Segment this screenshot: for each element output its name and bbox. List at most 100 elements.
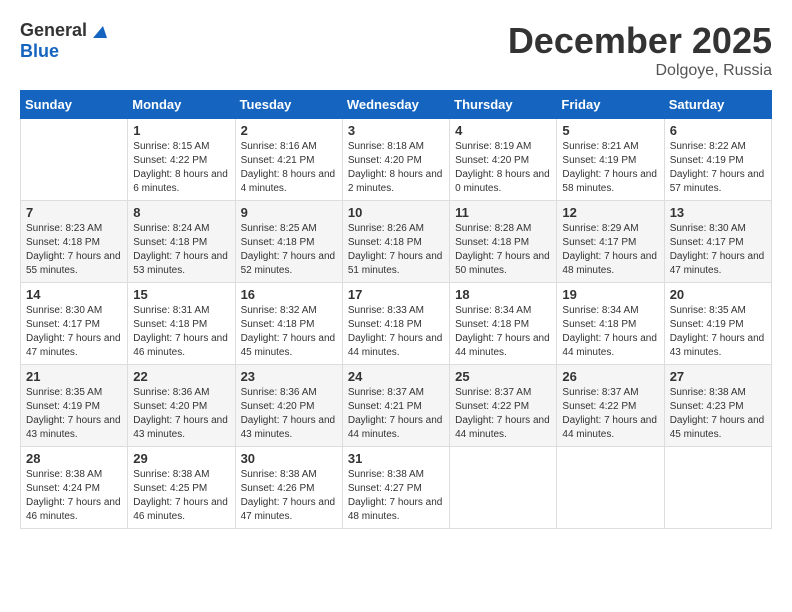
sunset-text: Sunset: 4:23 PM <box>670 401 744 412</box>
day-info: Sunrise: 8:38 AM Sunset: 4:25 PM Dayligh… <box>133 468 229 524</box>
calendar-cell: 7 Sunrise: 8:23 AM Sunset: 4:18 PM Dayli… <box>21 201 128 283</box>
day-number: 28 <box>26 451 122 466</box>
calendar-cell: 12 Sunrise: 8:29 AM Sunset: 4:17 PM Dayl… <box>557 201 664 283</box>
sunrise-text: Sunrise: 8:31 AM <box>133 305 209 316</box>
weekday-header: Wednesday <box>342 91 449 119</box>
day-info: Sunrise: 8:23 AM Sunset: 4:18 PM Dayligh… <box>26 222 122 278</box>
calendar-week-row: 14 Sunrise: 8:30 AM Sunset: 4:17 PM Dayl… <box>21 283 772 365</box>
day-number: 2 <box>241 123 337 138</box>
daylight-text: Daylight: 7 hours and 57 minutes. <box>670 169 765 194</box>
sunrise-text: Sunrise: 8:38 AM <box>241 469 317 480</box>
day-number: 3 <box>348 123 444 138</box>
day-number: 30 <box>241 451 337 466</box>
day-info: Sunrise: 8:34 AM Sunset: 4:18 PM Dayligh… <box>455 304 551 360</box>
day-number: 17 <box>348 287 444 302</box>
sunrise-text: Sunrise: 8:34 AM <box>562 305 638 316</box>
location-title: Dolgoye, Russia <box>508 62 772 80</box>
sunset-text: Sunset: 4:22 PM <box>133 155 207 166</box>
calendar-cell: 14 Sunrise: 8:30 AM Sunset: 4:17 PM Dayl… <box>21 283 128 365</box>
calendar-cell: 16 Sunrise: 8:32 AM Sunset: 4:18 PM Dayl… <box>235 283 342 365</box>
sunrise-text: Sunrise: 8:19 AM <box>455 141 531 152</box>
sunset-text: Sunset: 4:22 PM <box>562 401 636 412</box>
daylight-text: Daylight: 7 hours and 47 minutes. <box>670 251 765 276</box>
weekday-header: Saturday <box>664 91 771 119</box>
day-info: Sunrise: 8:29 AM Sunset: 4:17 PM Dayligh… <box>562 222 658 278</box>
daylight-text: Daylight: 7 hours and 51 minutes. <box>348 251 443 276</box>
calendar-cell: 2 Sunrise: 8:16 AM Sunset: 4:21 PM Dayli… <box>235 119 342 201</box>
sunset-text: Sunset: 4:24 PM <box>26 483 100 494</box>
day-number: 27 <box>670 369 766 384</box>
daylight-text: Daylight: 7 hours and 46 minutes. <box>26 497 121 522</box>
calendar-week-row: 21 Sunrise: 8:35 AM Sunset: 4:19 PM Dayl… <box>21 365 772 447</box>
calendar-cell: 21 Sunrise: 8:35 AM Sunset: 4:19 PM Dayl… <box>21 365 128 447</box>
day-info: Sunrise: 8:37 AM Sunset: 4:21 PM Dayligh… <box>348 386 444 442</box>
sunset-text: Sunset: 4:18 PM <box>133 237 207 248</box>
sunrise-text: Sunrise: 8:28 AM <box>455 223 531 234</box>
sunrise-text: Sunrise: 8:38 AM <box>26 469 102 480</box>
calendar-cell: 6 Sunrise: 8:22 AM Sunset: 4:19 PM Dayli… <box>664 119 771 201</box>
calendar-cell: 28 Sunrise: 8:38 AM Sunset: 4:24 PM Dayl… <box>21 447 128 529</box>
sunrise-text: Sunrise: 8:36 AM <box>241 387 317 398</box>
day-info: Sunrise: 8:34 AM Sunset: 4:18 PM Dayligh… <box>562 304 658 360</box>
day-number: 19 <box>562 287 658 302</box>
day-info: Sunrise: 8:36 AM Sunset: 4:20 PM Dayligh… <box>133 386 229 442</box>
day-info: Sunrise: 8:35 AM Sunset: 4:19 PM Dayligh… <box>670 304 766 360</box>
sunrise-text: Sunrise: 8:18 AM <box>348 141 424 152</box>
day-number: 15 <box>133 287 229 302</box>
day-info: Sunrise: 8:24 AM Sunset: 4:18 PM Dayligh… <box>133 222 229 278</box>
calendar-cell: 29 Sunrise: 8:38 AM Sunset: 4:25 PM Dayl… <box>128 447 235 529</box>
sunset-text: Sunset: 4:20 PM <box>133 401 207 412</box>
daylight-text: Daylight: 7 hours and 48 minutes. <box>348 497 443 522</box>
day-number: 1 <box>133 123 229 138</box>
calendar-cell: 31 Sunrise: 8:38 AM Sunset: 4:27 PM Dayl… <box>342 447 449 529</box>
daylight-text: Daylight: 7 hours and 44 minutes. <box>348 415 443 440</box>
calendar-cell: 15 Sunrise: 8:31 AM Sunset: 4:18 PM Dayl… <box>128 283 235 365</box>
sunset-text: Sunset: 4:18 PM <box>348 237 422 248</box>
calendar-week-row: 7 Sunrise: 8:23 AM Sunset: 4:18 PM Dayli… <box>21 201 772 283</box>
day-info: Sunrise: 8:25 AM Sunset: 4:18 PM Dayligh… <box>241 222 337 278</box>
calendar-cell: 18 Sunrise: 8:34 AM Sunset: 4:18 PM Dayl… <box>450 283 557 365</box>
day-number: 9 <box>241 205 337 220</box>
sunrise-text: Sunrise: 8:33 AM <box>348 305 424 316</box>
day-info: Sunrise: 8:18 AM Sunset: 4:20 PM Dayligh… <box>348 140 444 196</box>
calendar-cell: 30 Sunrise: 8:38 AM Sunset: 4:26 PM Dayl… <box>235 447 342 529</box>
sunset-text: Sunset: 4:20 PM <box>241 401 315 412</box>
logo-blue: Blue <box>20 41 59 61</box>
sunset-text: Sunset: 4:17 PM <box>562 237 636 248</box>
daylight-text: Daylight: 7 hours and 44 minutes. <box>562 333 657 358</box>
sunset-text: Sunset: 4:22 PM <box>455 401 529 412</box>
weekday-header: Sunday <box>21 91 128 119</box>
day-info: Sunrise: 8:31 AM Sunset: 4:18 PM Dayligh… <box>133 304 229 360</box>
month-title: December 2025 <box>508 20 772 62</box>
day-number: 10 <box>348 205 444 220</box>
sunrise-text: Sunrise: 8:38 AM <box>348 469 424 480</box>
sunset-text: Sunset: 4:21 PM <box>241 155 315 166</box>
weekday-header: Monday <box>128 91 235 119</box>
daylight-text: Daylight: 7 hours and 47 minutes. <box>241 497 336 522</box>
sunset-text: Sunset: 4:26 PM <box>241 483 315 494</box>
daylight-text: Daylight: 8 hours and 4 minutes. <box>241 169 336 194</box>
sunrise-text: Sunrise: 8:34 AM <box>455 305 531 316</box>
daylight-text: Daylight: 7 hours and 43 minutes. <box>26 415 121 440</box>
calendar-cell: 26 Sunrise: 8:37 AM Sunset: 4:22 PM Dayl… <box>557 365 664 447</box>
daylight-text: Daylight: 8 hours and 2 minutes. <box>348 169 443 194</box>
sunrise-text: Sunrise: 8:35 AM <box>670 305 746 316</box>
day-info: Sunrise: 8:16 AM Sunset: 4:21 PM Dayligh… <box>241 140 337 196</box>
sunrise-text: Sunrise: 8:24 AM <box>133 223 209 234</box>
day-number: 23 <box>241 369 337 384</box>
day-number: 12 <box>562 205 658 220</box>
day-info: Sunrise: 8:19 AM Sunset: 4:20 PM Dayligh… <box>455 140 551 196</box>
daylight-text: Daylight: 7 hours and 43 minutes. <box>133 415 228 440</box>
daylight-text: Daylight: 7 hours and 47 minutes. <box>26 333 121 358</box>
sunset-text: Sunset: 4:19 PM <box>670 319 744 330</box>
day-info: Sunrise: 8:38 AM Sunset: 4:26 PM Dayligh… <box>241 468 337 524</box>
day-number: 5 <box>562 123 658 138</box>
calendar-cell: 20 Sunrise: 8:35 AM Sunset: 4:19 PM Dayl… <box>664 283 771 365</box>
calendar-cell: 5 Sunrise: 8:21 AM Sunset: 4:19 PM Dayli… <box>557 119 664 201</box>
day-number: 7 <box>26 205 122 220</box>
daylight-text: Daylight: 7 hours and 45 minutes. <box>241 333 336 358</box>
daylight-text: Daylight: 7 hours and 58 minutes. <box>562 169 657 194</box>
day-number: 31 <box>348 451 444 466</box>
sunset-text: Sunset: 4:25 PM <box>133 483 207 494</box>
sunrise-text: Sunrise: 8:21 AM <box>562 141 638 152</box>
